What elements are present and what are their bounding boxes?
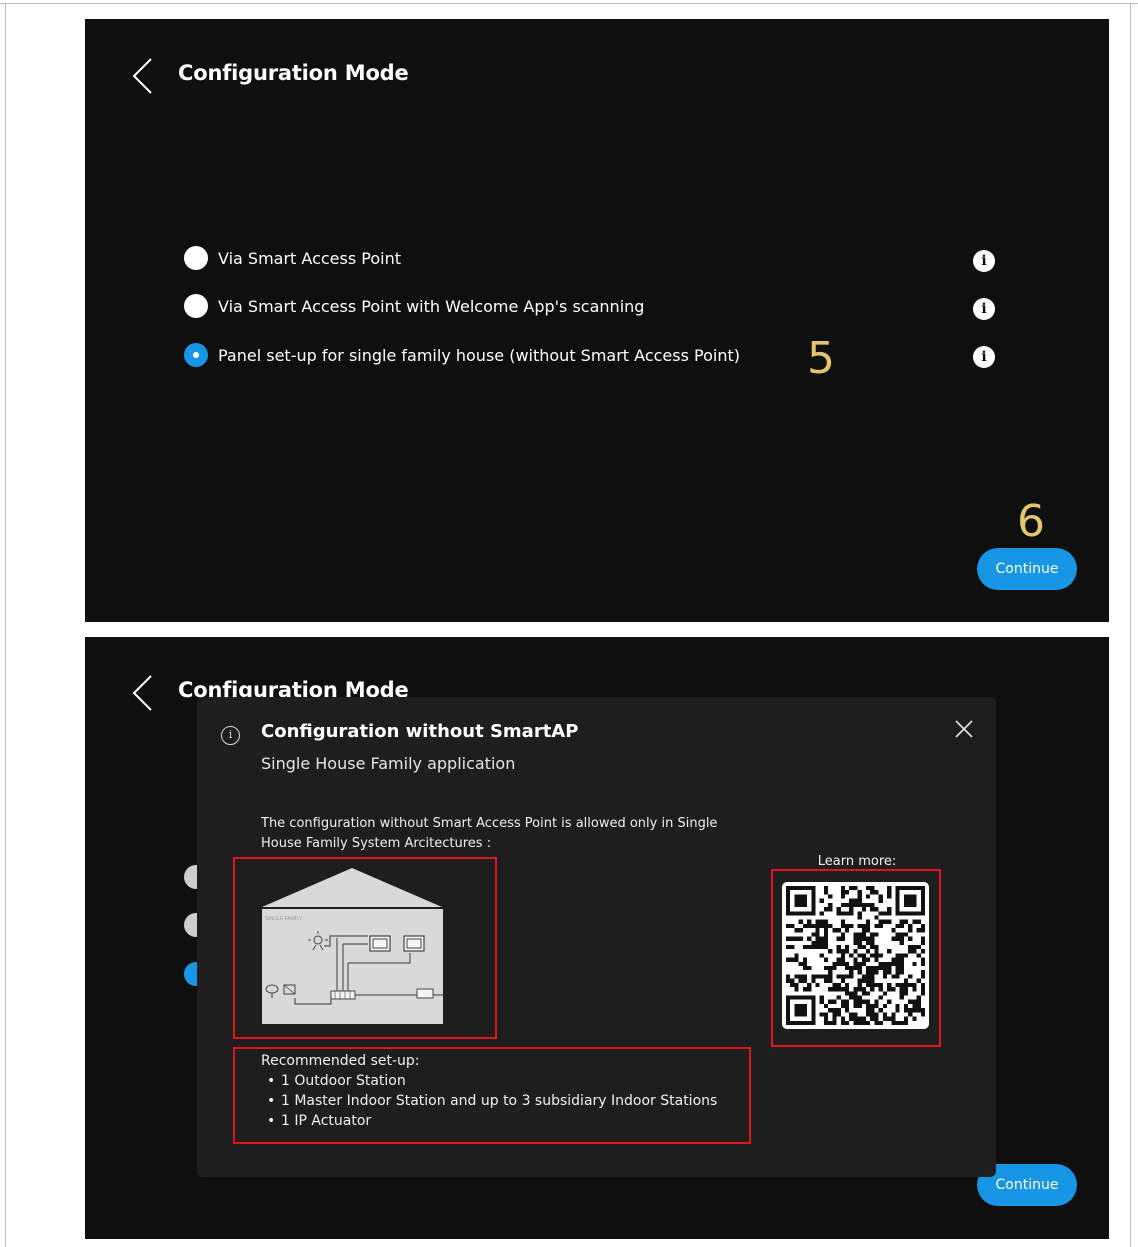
option-single-family-house[interactable]: Panel set-up for single family house (wi… [184,341,740,369]
configuration-mode-screen-with-dialog: Configuration Mode Continue i Configurat… [85,637,1109,1239]
option-label: Via Smart Access Point [218,248,401,268]
dialog-title: Configuration without SmartAP [261,721,579,742]
diagram-highlight-frame [233,857,497,1039]
chevron-left-icon[interactable] [129,673,155,713]
option-via-smart-access-point-app-scanning[interactable]: Via Smart Access Point with Welcome App'… [184,292,644,320]
frame-top-line [0,3,1138,4]
chevron-left-icon[interactable] [129,56,155,96]
configuration-mode-screen: Configuration Mode Via Smart Access Poin… [85,19,1109,622]
radio-button[interactable] [184,246,208,270]
info-dialog: i Configuration without SmartAP Single H… [197,697,996,1177]
frame-left-line [5,3,6,1247]
info-icon[interactable]: i [973,346,995,368]
frame-right-line [1130,3,1131,1247]
setup-highlight-frame [233,1047,751,1144]
learn-more-label: Learn more: [817,854,897,869]
option-via-smart-access-point[interactable]: Via Smart Access Point [184,244,401,272]
step-marker: 5 [807,333,835,384]
info-icon: i [221,726,240,745]
info-icon[interactable]: i [973,250,995,272]
close-icon[interactable] [954,719,974,739]
step-marker: 6 [1017,496,1045,547]
info-icon[interactable]: i [973,298,995,320]
dialog-subtitle: Single House Family application [261,754,516,773]
radio-button-selected[interactable] [184,343,208,367]
option-label: Panel set-up for single family house (wi… [218,345,740,365]
qr-highlight-frame [771,869,941,1047]
continue-button[interactable]: Continue [977,548,1077,590]
radio-button[interactable] [184,294,208,318]
page-title: Configuration Mode [178,61,409,85]
dialog-description: The configuration without Smart Access P… [261,816,718,851]
option-label: Via Smart Access Point with Welcome App'… [218,296,645,316]
